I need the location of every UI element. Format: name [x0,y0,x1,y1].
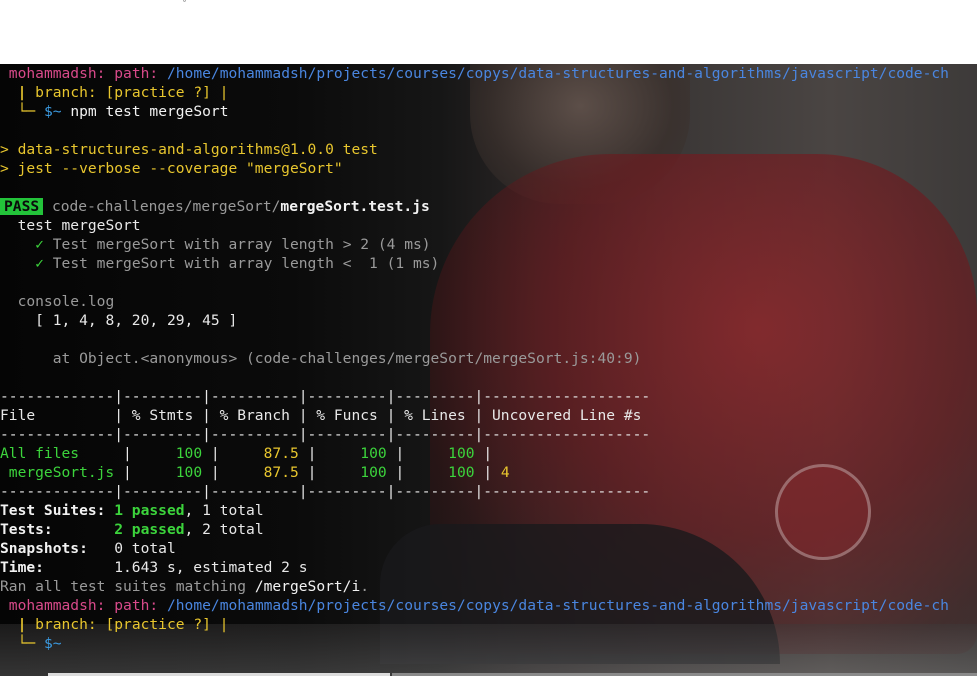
prompt-user: mohammadsh: [8,597,106,614]
coverage-stmts: 100 [175,464,203,481]
summary-total: , 2 total [184,521,264,538]
coverage-file: mergeSort.js [0,464,115,481]
summary-label: Time: [0,559,44,576]
coverage-separator: -------------|---------|----------|-----… [0,388,651,405]
prompt-command-line[interactable]: └─ $~ [0,634,949,653]
coverage-uncovered: 4 [500,464,510,481]
summary-snapshots: Snapshots: 0 total [0,539,949,558]
coverage-header: File | % Stmts | % Branch | % Funcs | % … [0,407,642,424]
coverage-stmts: 100 [175,445,203,462]
coverage-separator: -------------|---------|----------|-----… [0,426,651,443]
summary-ran: Ran all test suites matching /mergeSort/… [0,577,949,596]
console-output-line: [ 1, 4, 8, 20, 29, 45 ] [0,311,949,330]
summary-suites: Test Suites: 1 passed, 1 total [0,501,949,520]
summary-passed: 1 passed [114,502,185,519]
summary-tests: Tests: 2 passed, 2 total [0,520,949,539]
pass-badge: PASS [0,198,44,215]
prompt-branch: branch: [practice ?] | [35,616,229,633]
summary-label: Test Suites: [0,502,106,519]
prompt-user: mohammadsh: [8,65,106,82]
summary-label: Snapshots: [0,540,88,557]
test-result-line: ✓ Test mergeSort with array length < 1 (… [0,254,949,273]
test-result-label: Test mergeSort with array length > 2 (4 … [52,236,431,253]
terminal-output: mohammadsh: path: /home/mohammadsh/proje… [0,64,949,653]
prompt-path-label: path: [114,597,159,614]
coverage-branch: 87.5 [263,445,299,462]
summary-total: , 1 total [184,502,264,519]
coverage-row: All files | 100 | 87.5 | 100 | 100 | [0,445,501,462]
prompt-symbol: $~ [43,635,62,652]
test-result-line: ✓ Test mergeSort with array length > 2 (… [0,235,949,254]
check-icon: ✓ [35,236,44,253]
summary-label: Tests: [0,521,53,538]
coverage-branch: 87.5 [263,464,299,481]
check-icon: ✓ [35,255,44,272]
prompt-command-line: └─ $~ npm test mergeSort [0,102,949,121]
console-label-line: console.log [0,292,949,311]
summary-passed: 2 passed [114,521,185,538]
console-at: at Object.<anonymous> (code-challenges/m… [52,350,642,367]
coverage-funcs: 100 [360,464,387,481]
prompt-branch-pipe: | [17,84,27,101]
prompt-branch: branch: [practice ?] | [35,84,229,101]
prompt-path: /home/mohammadsh/projects/courses/copys/… [166,597,949,614]
console-output: [ 1, 4, 8, 20, 29, 45 ] [35,312,238,329]
prompt-command: npm test mergeSort [70,103,229,120]
coverage-separator: -------------|---------|----------|-----… [0,483,651,500]
prompt-branch-line: | branch: [practice ?] | [0,615,949,634]
summary-snapshots-value: 0 total [114,540,176,557]
console-label: console.log [17,293,115,310]
prompt-path-line: mohammadsh: path: /home/mohammadsh/proje… [0,596,949,615]
coverage-funcs: 100 [360,445,387,462]
prompt-branch-pipe: | [17,616,27,633]
prompt-path-line: mohammadsh: path: /home/mohammadsh/proje… [0,64,949,83]
pass-line: PASS code-challenges/mergeSort/mergeSort… [0,197,949,216]
summary-time-value: 1.643 s, estimated 2 s [114,559,308,576]
coverage-lines: 100 [448,445,475,462]
suite-name-line: test mergeSort [0,216,949,235]
coverage-lines: 100 [448,464,475,481]
coverage-row: mergeSort.js | 100 | 87.5 | 100 | 100 | … [0,464,510,481]
prompt-symbol: $~ [43,103,62,120]
npm-script-line: > data-structures-and-algorithms@1.0.0 t… [0,141,378,158]
ran-pattern: /mergeSort/i [254,578,361,595]
test-result-label: Test mergeSort with array length < 1 (1 … [52,255,440,272]
console-at-line: at Object.<anonymous> (code-challenges/m… [0,349,949,368]
coverage-file: All files [0,445,115,462]
prompt-corner: └─ [17,103,36,120]
prompt-corner: └─ [17,635,36,652]
prompt-path-label: path: [114,65,159,82]
prompt-path: /home/mohammadsh/projects/courses/copys/… [166,65,949,82]
title-mark: ˘ [182,0,187,11]
ran-suffix: . [360,578,370,595]
test-dir: code-challenges/mergeSort/ [51,198,281,215]
test-file: mergeSort.test.js [280,198,430,215]
window-top-bar: ˘ [0,0,977,64]
summary-time: Time: 1.643 s, estimated 2 s [0,558,949,577]
ran-prefix: Ran all test suites matching [0,578,255,595]
jest-command-line: > jest --verbose --coverage "mergeSort" [0,160,343,177]
prompt-branch-line: | branch: [practice ?] | [0,83,949,102]
suite-name: test mergeSort [17,217,141,234]
